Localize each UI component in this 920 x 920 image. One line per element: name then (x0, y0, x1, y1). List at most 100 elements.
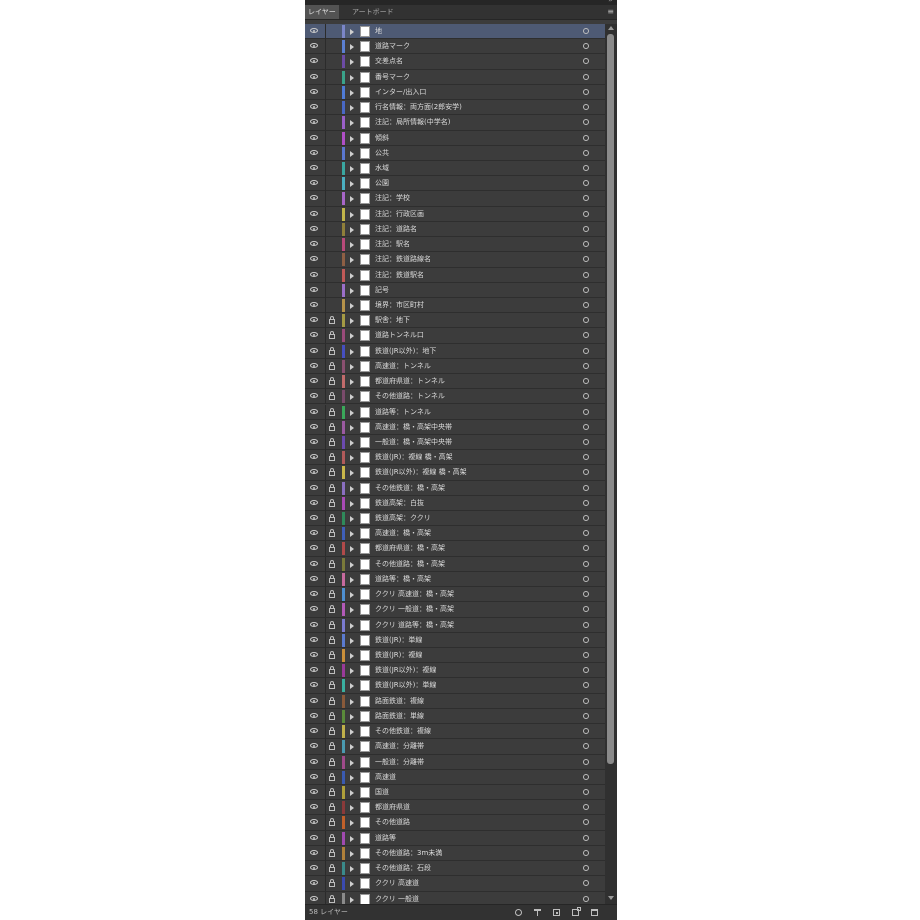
expand-triangle-icon[interactable] (350, 409, 354, 416)
target-circle-icon[interactable] (583, 560, 589, 567)
target-circle-icon[interactable] (583, 438, 589, 445)
layer-row[interactable]: その他鉄道：複線 (305, 724, 605, 740)
target-circle-icon[interactable] (583, 362, 589, 369)
expand-triangle-icon[interactable] (350, 820, 354, 827)
target-circle-icon[interactable] (583, 28, 589, 34)
visibility-eye-icon[interactable] (310, 28, 318, 33)
expand-triangle-icon[interactable] (350, 866, 354, 873)
expand-triangle-icon[interactable] (350, 622, 354, 629)
expand-triangle-icon[interactable] (350, 181, 354, 188)
visibility-eye-icon[interactable] (310, 149, 318, 155)
lock-icon[interactable] (329, 803, 335, 812)
layer-row[interactable]: ククリ 道路等：橋・高架 (305, 617, 605, 633)
visibility-eye-icon[interactable] (310, 758, 318, 764)
target-circle-icon[interactable] (583, 301, 589, 308)
visibility-eye-icon[interactable] (310, 849, 318, 855)
clipping-mask-icon[interactable] (534, 909, 541, 916)
target-circle-icon[interactable] (583, 606, 589, 613)
layer-row[interactable]: 注記：道路名 (305, 221, 605, 238)
layer-row[interactable]: 交差点名 (305, 54, 605, 70)
collapse-panel-icon[interactable]: » (608, 0, 613, 4)
layer-name[interactable]: 注記：局所情報(中学名) (375, 115, 450, 130)
layer-name[interactable]: 鉄道(JR)：単線 (375, 633, 422, 648)
lock-icon[interactable] (329, 498, 335, 507)
visibility-eye-icon[interactable] (310, 423, 318, 429)
lock-icon[interactable] (329, 757, 335, 766)
expand-triangle-icon[interactable] (350, 333, 354, 340)
layer-row[interactable]: 公園 (305, 176, 605, 192)
layer-name[interactable]: 高速道 (375, 770, 396, 785)
visibility-eye-icon[interactable] (310, 271, 318, 277)
tab-artboards[interactable]: アートボード (349, 5, 397, 19)
target-circle-icon[interactable] (583, 697, 589, 704)
target-circle-icon[interactable] (583, 347, 589, 354)
visibility-eye-icon[interactable] (310, 180, 318, 186)
visibility-eye-icon[interactable] (310, 591, 318, 597)
layer-row[interactable]: 鉄道(JR)：単線 (305, 632, 605, 649)
layer-row[interactable]: その他道路：3m未満 (305, 845, 605, 862)
target-circle-icon[interactable] (583, 271, 589, 278)
layer-name[interactable]: 道路等 (375, 831, 396, 846)
visibility-eye-icon[interactable] (310, 301, 318, 307)
lock-icon[interactable] (329, 681, 335, 690)
expand-triangle-icon[interactable] (350, 135, 354, 142)
target-circle-icon[interactable] (583, 88, 589, 95)
expand-triangle-icon[interactable] (350, 485, 354, 492)
visibility-eye-icon[interactable] (310, 667, 318, 673)
layer-name[interactable]: ククリ 一般道：橋・高架 (375, 602, 454, 617)
visibility-eye-icon[interactable] (310, 636, 318, 642)
expand-triangle-icon[interactable] (350, 44, 354, 51)
visibility-eye-icon[interactable] (310, 286, 318, 292)
layer-row[interactable]: 鉄道高架：白抜 (305, 495, 605, 512)
layer-name[interactable]: その他鉄道：橋・高架 (375, 481, 445, 496)
expand-triangle-icon[interactable] (350, 287, 354, 294)
layer-name[interactable]: 一般道：橋・高架中央帯 (375, 435, 452, 450)
layer-row[interactable]: 鉄道(JR以外)：単線 (305, 678, 605, 694)
layer-name[interactable]: 鉄道高架：白抜 (375, 496, 424, 511)
expand-triangle-icon[interactable] (350, 105, 354, 112)
visibility-eye-icon[interactable] (310, 484, 318, 490)
expand-triangle-icon[interactable] (350, 150, 354, 157)
visibility-eye-icon[interactable] (310, 804, 318, 810)
layer-name[interactable]: ククリ 高速道 (375, 876, 419, 891)
expand-triangle-icon[interactable] (350, 744, 354, 751)
target-circle-icon[interactable] (583, 286, 589, 293)
scroll-down-arrow-icon[interactable] (608, 896, 614, 900)
target-circle-icon[interactable] (583, 104, 589, 111)
lock-icon[interactable] (329, 514, 335, 523)
visibility-eye-icon[interactable] (310, 164, 318, 170)
lock-icon[interactable] (329, 453, 335, 462)
layer-name[interactable]: 都道府県道：橋・高架 (375, 541, 445, 556)
layer-name[interactable]: 道路等：トンネル (375, 405, 431, 420)
layer-row[interactable]: 高速道：橋・高架中央帯 (305, 419, 605, 435)
visibility-eye-icon[interactable] (310, 225, 318, 231)
target-circle-icon[interactable] (583, 225, 589, 232)
target-circle-icon[interactable] (583, 575, 589, 582)
expand-triangle-icon[interactable] (350, 592, 354, 599)
expand-triangle-icon[interactable] (350, 455, 354, 462)
visibility-eye-icon[interactable] (310, 773, 318, 779)
target-circle-icon[interactable] (583, 515, 589, 522)
layer-row[interactable]: 都道府県道 (305, 800, 605, 816)
lock-icon[interactable] (329, 711, 335, 720)
layer-row[interactable]: その他道路：トンネル (305, 389, 605, 405)
layer-name[interactable]: その他道路：トンネル (375, 389, 445, 404)
target-circle-icon[interactable] (583, 621, 589, 628)
visibility-eye-icon[interactable] (310, 697, 318, 703)
expand-triangle-icon[interactable] (350, 226, 354, 233)
layer-name[interactable]: 記号 (375, 283, 389, 298)
layer-name[interactable]: 交差点名 (375, 54, 403, 69)
expand-triangle-icon[interactable] (350, 424, 354, 431)
expand-triangle-icon[interactable] (350, 805, 354, 812)
lock-icon[interactable] (329, 346, 335, 355)
layer-name[interactable]: 高速道：トンネル (375, 359, 431, 374)
target-circle-icon[interactable] (583, 134, 589, 141)
layer-name[interactable]: 地 (375, 24, 382, 39)
lock-icon[interactable] (329, 361, 335, 370)
target-circle-icon[interactable] (583, 423, 589, 430)
visibility-eye-icon[interactable] (310, 347, 318, 353)
target-circle-icon[interactable] (583, 545, 589, 552)
target-circle-icon[interactable] (583, 164, 589, 171)
lock-icon[interactable] (329, 544, 335, 553)
layer-name[interactable]: 境界：市区町村 (375, 298, 424, 313)
